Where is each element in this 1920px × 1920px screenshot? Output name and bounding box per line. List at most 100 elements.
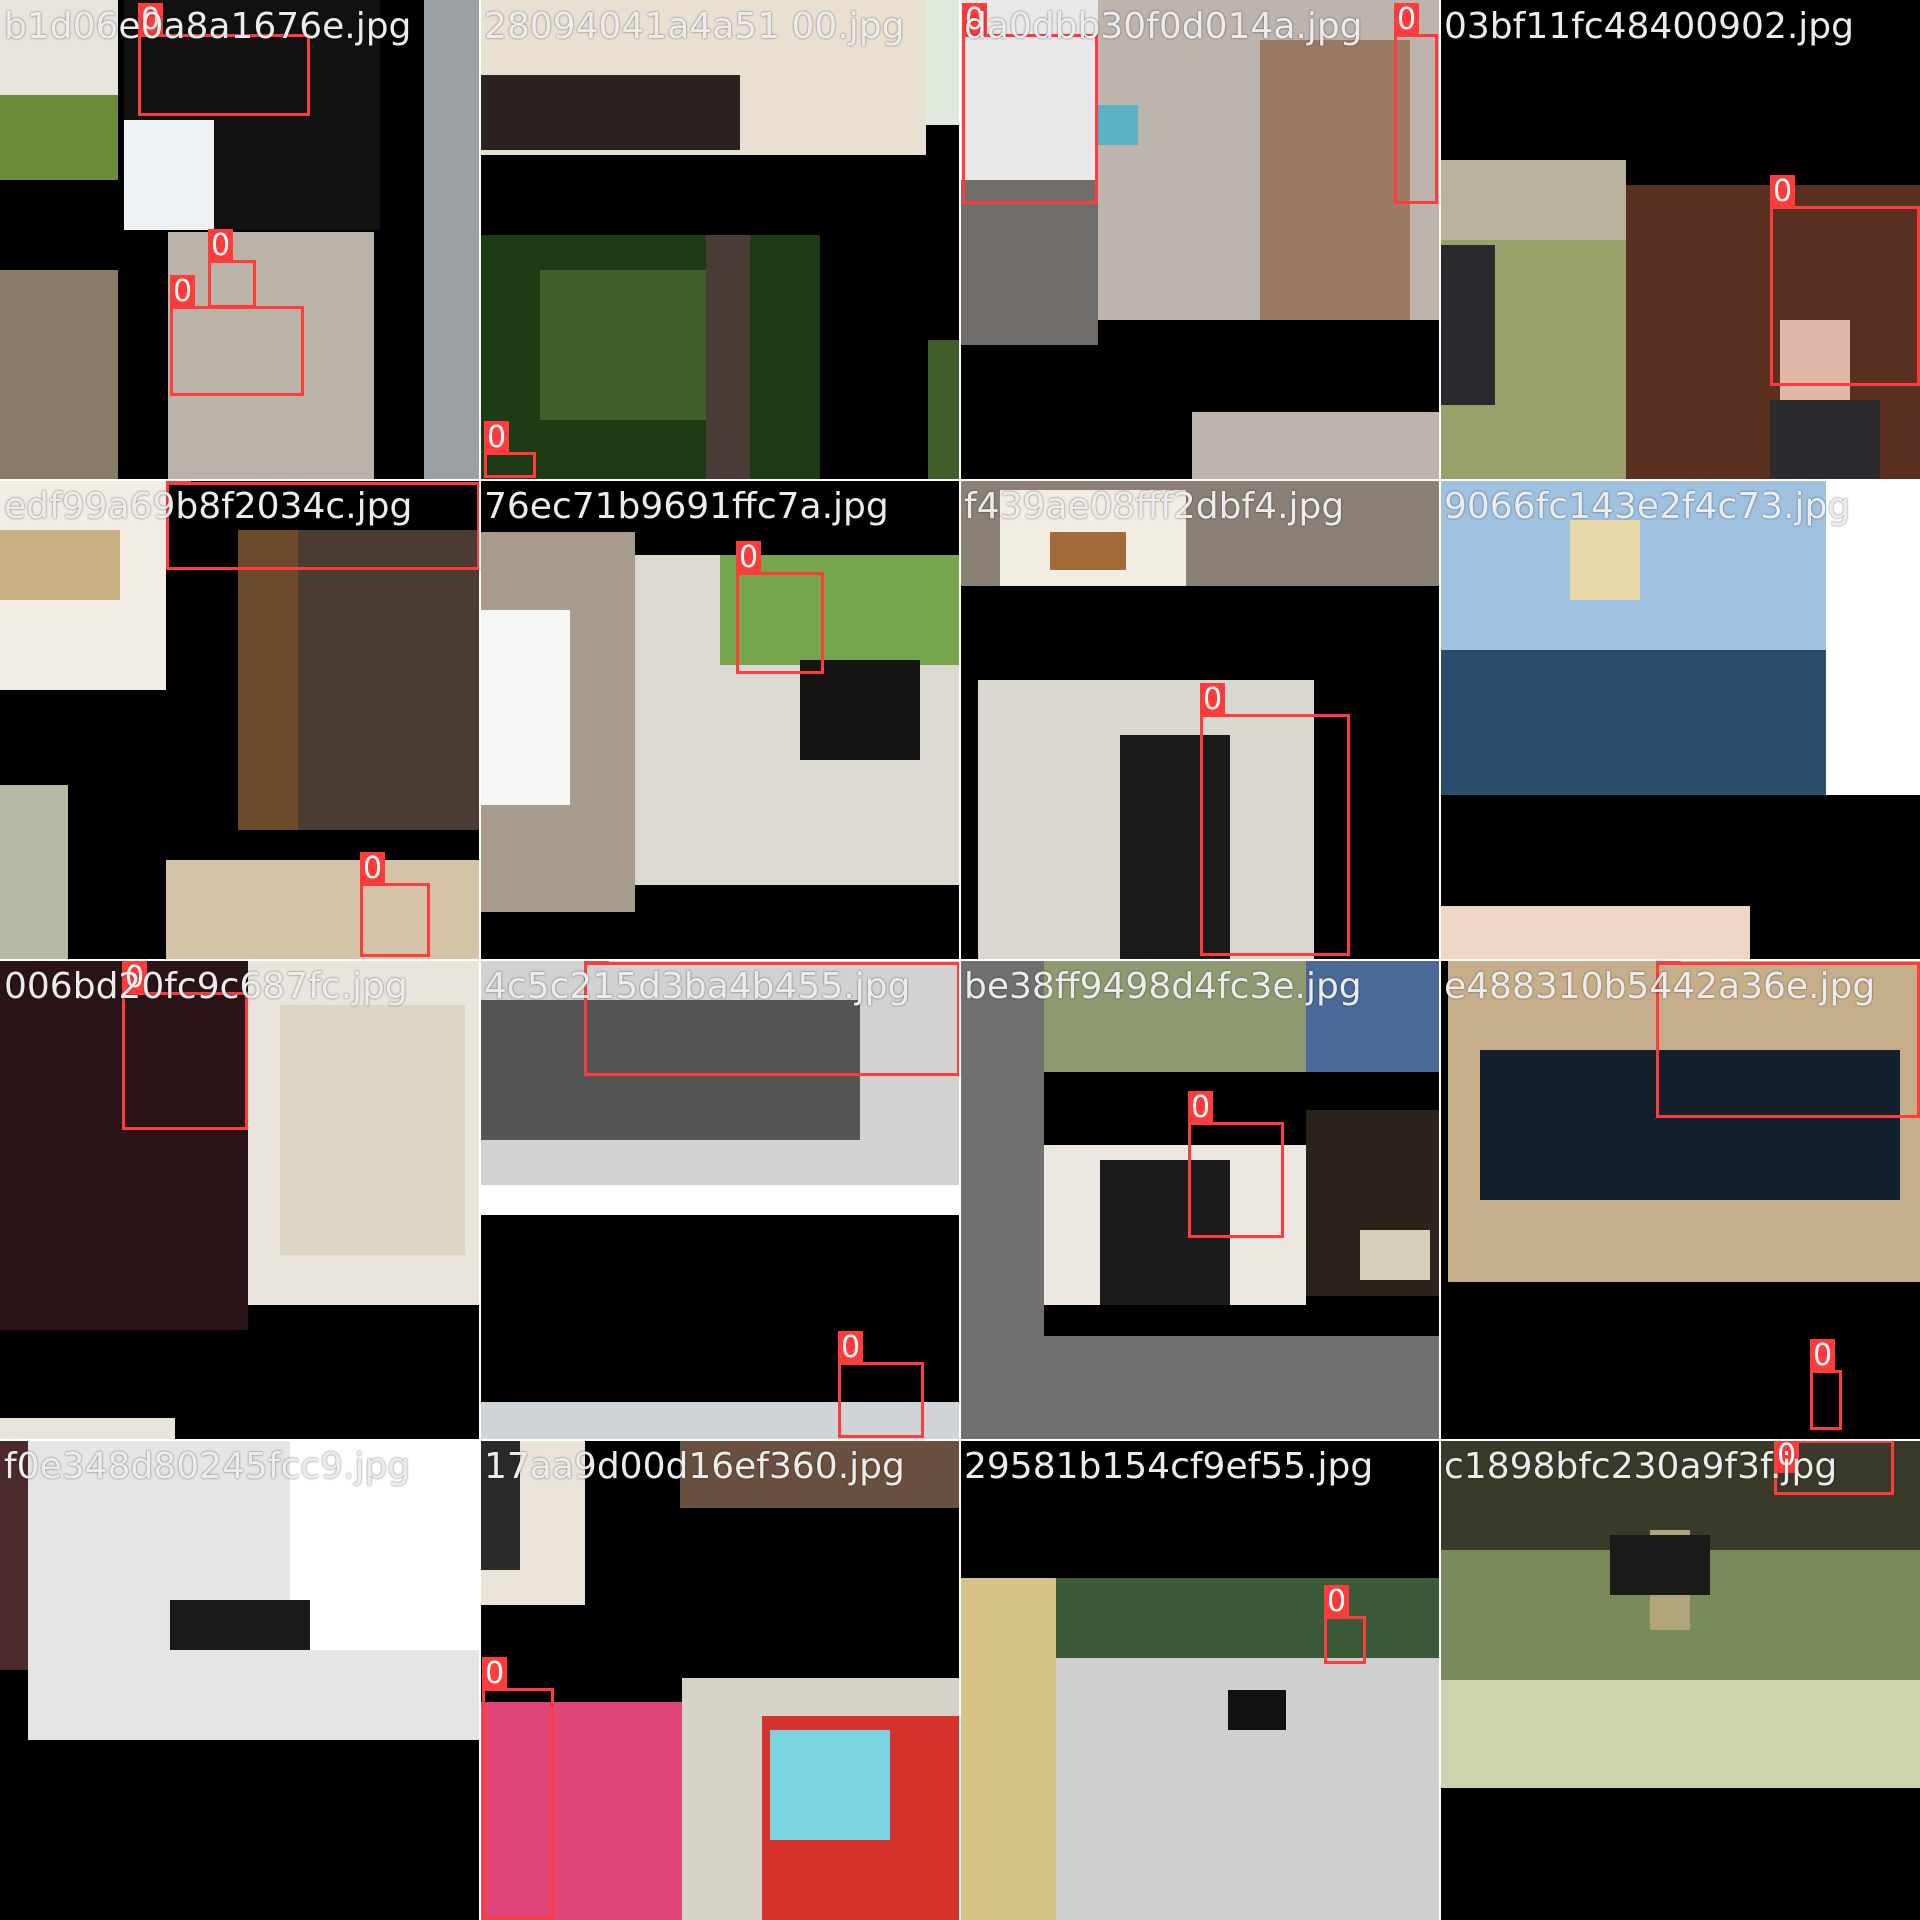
detection-box: 0 (484, 421, 536, 478)
detection-box: 0 (838, 1331, 924, 1438)
class-label: 0 (484, 421, 510, 455)
photo-patch (1610, 1535, 1710, 1595)
mosaic-tile: c1898bfc230a9f3f.jpg 0 (1440, 1440, 1920, 1920)
detection-box: 0 (170, 275, 304, 396)
mosaic-tile: b1d06e0a8a1676e.jpg 0 0 0 (0, 0, 480, 480)
photo-patch (1440, 906, 1750, 960)
detection-box: 0 (1200, 683, 1350, 956)
class-label: 0 (360, 852, 386, 886)
detection-box: 0 (122, 961, 248, 1130)
photo-patch (926, 0, 960, 125)
photo-patch (290, 1440, 480, 1650)
photo-patch (1260, 40, 1410, 320)
class-label: 0 (584, 960, 610, 965)
class-label: 0 (1394, 3, 1420, 37)
photo-patch (1826, 480, 1920, 795)
photo-patch (1770, 400, 1880, 480)
photo-patch (124, 120, 214, 230)
mosaic-tile: be38ff9498d4fc3e.jpg 0 (960, 960, 1440, 1440)
detection-box: 0 (360, 852, 430, 957)
detection-box: 0 (736, 541, 824, 674)
photo-patch (1050, 532, 1126, 570)
photo-patch (238, 530, 298, 830)
class-label: 0 (122, 961, 148, 995)
photo-patch (1056, 1578, 1440, 1658)
photo-patch (480, 1185, 960, 1215)
class-label: 0 (166, 480, 192, 485)
detection-box: 0 (584, 960, 960, 1076)
class-label: 0 (1200, 683, 1226, 717)
detection-box: 0 (138, 3, 310, 116)
photo-patch (0, 530, 120, 600)
class-label: 0 (1324, 1585, 1350, 1619)
photo-patch (170, 1600, 310, 1650)
photo-patch (1440, 650, 1826, 795)
mosaic-tile: 4c5c215d3ba4b455.jpg 0 0 (480, 960, 960, 1440)
detection-box: 0 (1770, 175, 1920, 386)
photo-patch (0, 95, 118, 180)
photo-patch (280, 1005, 465, 1255)
photo-patch (0, 785, 68, 960)
class-label: 0 (1770, 175, 1796, 209)
class-label: 0 (482, 1657, 508, 1691)
class-label: 0 (736, 541, 762, 575)
image-filename: 76ec71b9691ffc7a.jpg (484, 486, 889, 527)
mosaic-grid: b1d06e0a8a1676e.jpg 0 0 0 28094041a4a51 … (0, 0, 1920, 1920)
photo-patch (1360, 1230, 1430, 1280)
photo-patch (960, 1578, 1056, 1920)
photo-patch (928, 340, 960, 480)
photo-patch (1192, 412, 1440, 480)
photo-patch (1570, 520, 1640, 600)
detection-box: 0 (208, 229, 256, 308)
photo-patch (166, 860, 480, 960)
photo-patch (1306, 960, 1440, 1072)
mosaic-tile: 28094041a4a51 00.jpg 0 (480, 0, 960, 480)
detection-box: 0 (166, 480, 480, 570)
photo-patch (1440, 1680, 1920, 1788)
detection-box: 0 (962, 3, 1098, 204)
mosaic-tile: f439ae08fff2dbf4.jpg 0 (960, 480, 1440, 960)
detection-box: 0 (1188, 1091, 1284, 1238)
detection-box: 0 (1656, 960, 1920, 1118)
photo-patch (1440, 245, 1495, 405)
mosaic-tile: 76ec71b9691ffc7a.jpg 0 (480, 480, 960, 960)
mosaic-tile: e488310b5442a36e.jpg 0 0 (1440, 960, 1920, 1440)
mosaic-tile: 29581b154cf9ef55.jpg 0 (960, 1440, 1440, 1920)
mosaic-tile: edf99a69b8f2034c.jpg 0 0 (0, 480, 480, 960)
class-label: 0 (1188, 1091, 1214, 1125)
photo-patch (770, 1730, 890, 1840)
detection-box: 0 (1774, 1440, 1894, 1495)
photo-patch (0, 270, 118, 480)
detection-box: 0 (1810, 1339, 1842, 1430)
image-filename: 29581b154cf9ef55.jpg (964, 1446, 1374, 1487)
photo-patch (480, 1440, 520, 1570)
class-label: 0 (1656, 960, 1682, 965)
mosaic-tile: f0e348d80245fcc9.jpg (0, 1440, 480, 1920)
mosaic-tile: 03bf11fc48400902.jpg 0 (1440, 0, 1920, 480)
photo-patch (680, 1440, 960, 1508)
mosaic-tile: da0dbb30f0d014a.jpg 0 0 (960, 0, 1440, 480)
mosaic-tile: 006bd20fc9c687fc.jpg 0 (0, 960, 480, 1440)
class-label: 0 (138, 3, 164, 37)
class-label: 0 (838, 1331, 864, 1365)
class-label: 0 (170, 275, 196, 309)
photo-patch (1098, 105, 1138, 145)
class-label: 0 (1774, 1440, 1800, 1473)
detection-box: 0 (1394, 3, 1438, 204)
photo-patch (424, 0, 480, 480)
photo-patch (800, 660, 920, 760)
photo-patch (480, 75, 740, 150)
mosaic-tile: 9066fc143e2f4c73.jpg (1440, 480, 1920, 960)
photo-patch (1044, 960, 1306, 1072)
photo-patch (0, 1418, 175, 1440)
photo-patch (480, 610, 570, 805)
detection-box: 0 (482, 1657, 554, 1920)
photo-patch (0, 1440, 28, 1670)
photo-patch (540, 270, 720, 420)
class-label: 0 (1810, 1339, 1836, 1373)
class-label: 0 (208, 229, 234, 263)
image-filename: 03bf11fc48400902.jpg (1444, 6, 1854, 47)
mosaic-tile: 17aa9d00d16ef360.jpg 0 (480, 1440, 960, 1920)
detection-box: 0 (1324, 1585, 1366, 1664)
photo-patch (1228, 1690, 1286, 1730)
